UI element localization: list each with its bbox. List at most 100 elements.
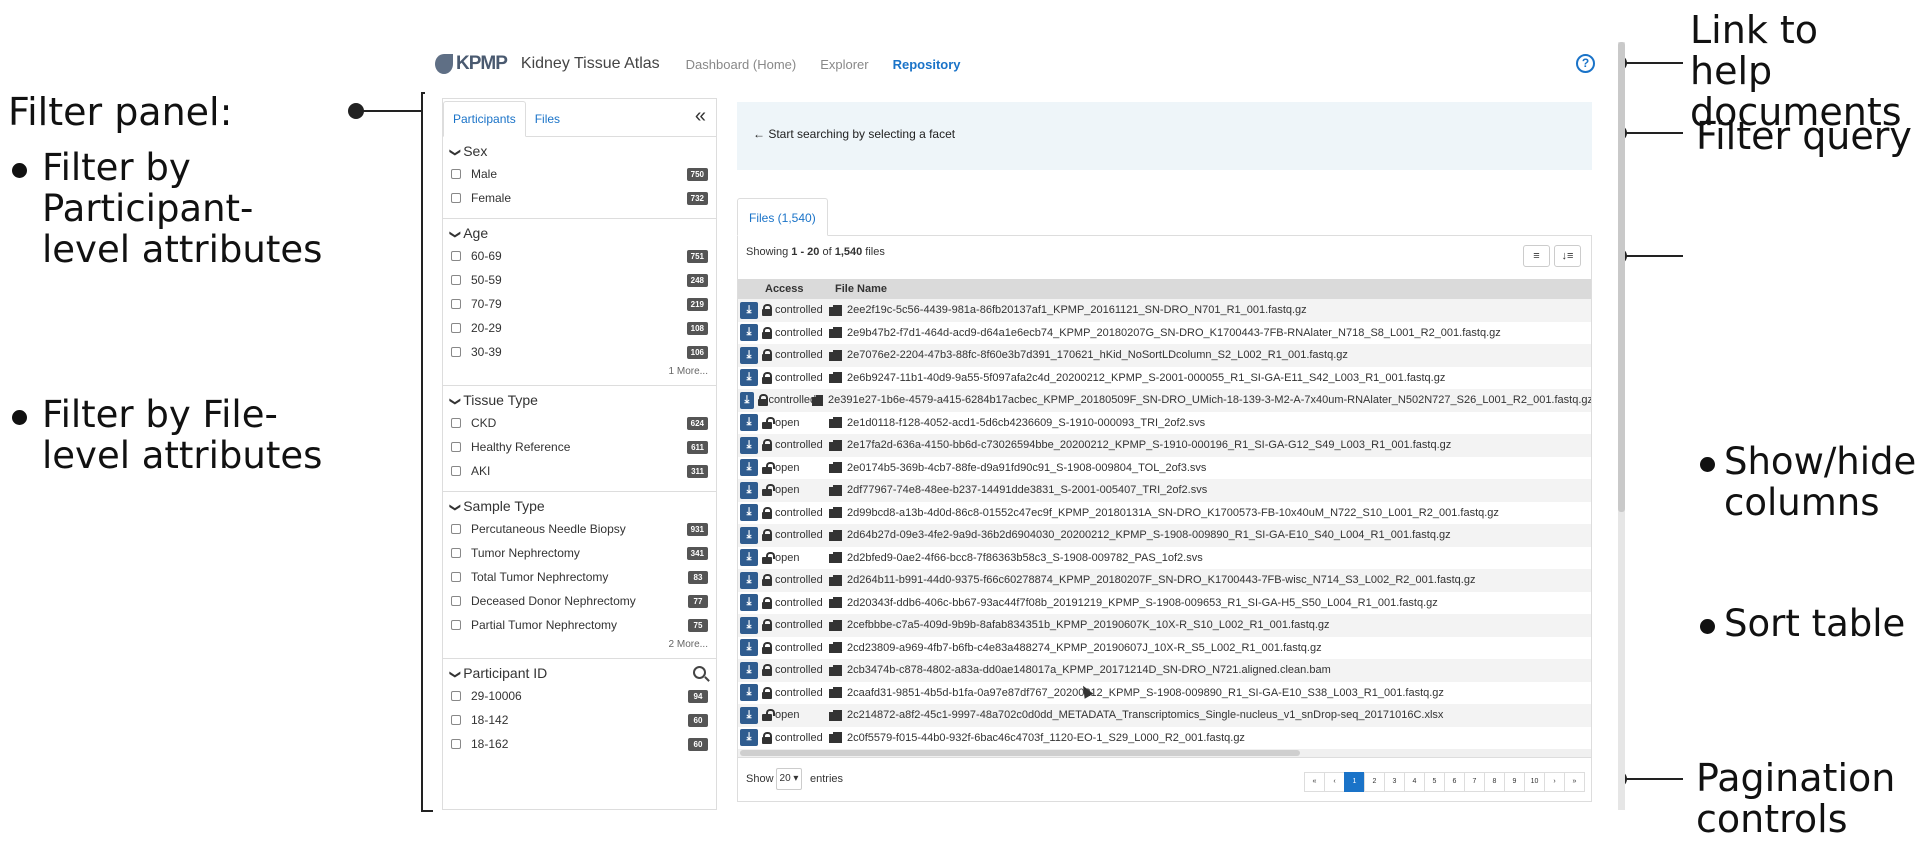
page-button[interactable]: 1 bbox=[1344, 772, 1365, 792]
facet-option[interactable]: 30-39 106 bbox=[451, 340, 708, 364]
facet-option[interactable]: Total Tumor Nephrectomy 83 bbox=[451, 565, 708, 589]
table-row[interactable]: ⤓ controlled 2d99bcd8-a13b-4d0d-86c8-01552… bbox=[738, 502, 1591, 525]
download-icon[interactable]: ⤓ bbox=[740, 414, 758, 432]
facet-option[interactable]: CKD 624 bbox=[451, 411, 708, 435]
facet-title[interactable]: ❯ Sex bbox=[449, 143, 708, 159]
nav-explorer[interactable]: Explorer bbox=[820, 57, 868, 72]
checkbox[interactable] bbox=[451, 596, 461, 606]
file-name-cell[interactable]: 2d99bcd8-a13b-4d0d-86c8-01552c47ec9f_KPM… bbox=[847, 507, 1499, 519]
facet-option[interactable]: 50-59 248 bbox=[451, 268, 708, 292]
checkbox[interactable] bbox=[451, 620, 461, 630]
file-name-cell[interactable]: 2d2bfed9-0ae2-4f66-bcc8-7f86363b58c3_S-1… bbox=[847, 552, 1203, 564]
checkbox[interactable] bbox=[451, 347, 461, 357]
download-icon[interactable]: ⤓ bbox=[740, 729, 758, 747]
download-icon[interactable]: ⤓ bbox=[740, 706, 758, 724]
facet-option[interactable]: 20-29 108 bbox=[451, 316, 708, 340]
facet-option[interactable]: Tumor Nephrectomy 341 bbox=[451, 541, 708, 565]
sort-button[interactable]: ↓≡ bbox=[1554, 245, 1581, 267]
collapse-panel-icon[interactable]: « bbox=[695, 105, 706, 128]
scrollbar-thumb[interactable] bbox=[740, 750, 1300, 756]
table-row[interactable]: ⤓ controlled 2d264b11-b991-44d0-9375-f66c6… bbox=[738, 569, 1591, 592]
download-icon[interactable]: ⤓ bbox=[740, 346, 758, 364]
download-icon[interactable]: ⤓ bbox=[740, 549, 758, 567]
page-size-select[interactable]: 20 ▾ bbox=[776, 768, 802, 790]
download-icon[interactable]: ⤓ bbox=[740, 436, 758, 454]
table-row[interactable]: ⤓ controlled 2e7076e2-2204-47b3-88fc-8f60e… bbox=[738, 344, 1591, 367]
table-row[interactable]: ⤓ open 2e1d0118-f128-4052-acd1-5d6cb423660… bbox=[738, 412, 1591, 435]
page-button[interactable]: » bbox=[1564, 772, 1585, 792]
file-name-cell[interactable]: 2c214872-a8f2-45c1-9997-48a702c0d0dd_MET… bbox=[847, 709, 1443, 721]
facet-option[interactable]: Deceased Donor Nephrectomy 77 bbox=[451, 589, 708, 613]
download-icon[interactable]: ⤓ bbox=[740, 594, 758, 612]
download-icon[interactable]: ⤓ bbox=[740, 571, 758, 589]
nav-dashboard[interactable]: Dashboard (Home) bbox=[686, 57, 797, 72]
file-name-cell[interactable]: 2e0174b5-369b-4cb7-88fe-d9a91fd90c91_S-1… bbox=[847, 462, 1206, 474]
column-header-file-name[interactable]: File Name bbox=[835, 283, 887, 295]
table-row[interactable]: ⤓ controlled 2cb3474b-c878-4802-a83a-dd0ae… bbox=[738, 659, 1591, 682]
tab-participants[interactable]: Participants bbox=[443, 101, 526, 137]
checkbox[interactable] bbox=[451, 715, 461, 725]
page-button[interactable]: 4 bbox=[1404, 772, 1425, 792]
file-name-cell[interactable]: 2cefbbbe-c7a5-409d-9b9b-8afab834351b_KPM… bbox=[847, 619, 1330, 631]
table-row[interactable]: ⤓ open 2c214872-a8f2-45c1-9997-48a702c0d0d… bbox=[738, 704, 1591, 727]
facet-option[interactable]: AKI 311 bbox=[451, 459, 708, 483]
more-link[interactable]: 2 More... bbox=[451, 637, 708, 650]
help-icon[interactable]: ? bbox=[1576, 54, 1595, 73]
checkbox[interactable] bbox=[451, 548, 461, 558]
checkbox[interactable] bbox=[451, 169, 461, 179]
table-row[interactable]: ⤓ controlled 2c0f5579-f015-44b0-932f-6bac4… bbox=[738, 727, 1591, 750]
checkbox[interactable] bbox=[451, 275, 461, 285]
download-icon[interactable]: ⤓ bbox=[740, 481, 758, 499]
facet-option[interactable]: 18-142 60 bbox=[451, 708, 708, 732]
table-row[interactable]: ⤓ controlled 2d64b27d-09e3-4fe2-9a9d-36b2d… bbox=[738, 524, 1591, 547]
facet-title[interactable]: ❯ Participant ID bbox=[449, 665, 708, 681]
page-button[interactable]: 9 bbox=[1504, 772, 1525, 792]
download-icon[interactable]: ⤓ bbox=[740, 391, 754, 409]
file-name-cell[interactable]: 2cb3474b-c878-4802-a83a-dd0ae148017a_KPM… bbox=[847, 664, 1331, 676]
more-link[interactable]: 1 More... bbox=[451, 364, 708, 377]
table-row[interactable]: ⤓ controlled 2cefbbbe-c7a5-409d-9b9b-8afab… bbox=[738, 614, 1591, 637]
checkbox[interactable] bbox=[451, 418, 461, 428]
file-name-cell[interactable]: 2cd23809-a969-4fb7-b6fb-c4e83a488274_KPM… bbox=[847, 642, 1322, 654]
page-button[interactable]: 8 bbox=[1484, 772, 1505, 792]
brand-title[interactable]: Kidney Tissue Atlas bbox=[521, 55, 660, 73]
page-scrollbar-thumb[interactable] bbox=[1618, 42, 1625, 512]
page-button[interactable]: › bbox=[1544, 772, 1565, 792]
page-button[interactable]: 3 bbox=[1384, 772, 1405, 792]
table-row[interactable]: ⤓ controlled 2e9b47b2-f7d1-464d-acd9-d64a1… bbox=[738, 322, 1591, 345]
page-button[interactable]: « bbox=[1304, 772, 1325, 792]
file-name-cell[interactable]: 2caafd31-9851-4b5d-b1fa-0a97e87df767_202… bbox=[847, 687, 1444, 699]
file-name-cell[interactable]: 2d264b11-b991-44d0-9375-f66c60278874_KPM… bbox=[847, 574, 1475, 586]
table-row[interactable]: ⤓ open 2e0174b5-369b-4cb7-88fe-d9a91fd90c9… bbox=[738, 457, 1591, 480]
page-button[interactable]: 6 bbox=[1444, 772, 1465, 792]
facet-option[interactable]: 70-79 219 bbox=[451, 292, 708, 316]
table-row[interactable]: ⤓ controlled 2e17fa2d-636a-4150-bb6d-c7302… bbox=[738, 434, 1591, 457]
download-icon[interactable]: ⤓ bbox=[740, 301, 758, 319]
table-horizontal-scrollbar[interactable] bbox=[738, 749, 1591, 757]
download-icon[interactable]: ⤓ bbox=[740, 616, 758, 634]
file-name-cell[interactable]: 2e6b9247-11b1-40d9-9a55-5f097afa2c4d_202… bbox=[847, 372, 1445, 384]
download-icon[interactable]: ⤓ bbox=[740, 639, 758, 657]
page-button[interactable]: 10 bbox=[1524, 772, 1545, 792]
table-row[interactable]: ⤓ controlled 2ee2f19c-5c56-4439-981a-86fb2… bbox=[738, 299, 1591, 322]
checkbox[interactable] bbox=[451, 572, 461, 582]
table-row[interactable]: ⤓ open 2d2bfed9-0ae2-4f66-bcc8-7f86363b58c… bbox=[738, 547, 1591, 570]
download-icon[interactable]: ⤓ bbox=[740, 459, 758, 477]
search-icon[interactable] bbox=[693, 666, 706, 679]
checkbox[interactable] bbox=[451, 251, 461, 261]
facet-option[interactable]: 18-162 60 bbox=[451, 732, 708, 756]
facet-option[interactable]: Partial Tumor Nephrectomy 75 bbox=[451, 613, 708, 637]
facet-option[interactable]: 60-69 751 bbox=[451, 244, 708, 268]
table-row[interactable]: ⤓ controlled 2caafd31-9851-4b5d-b1fa-0a97e… bbox=[738, 682, 1591, 705]
download-icon[interactable]: ⤓ bbox=[740, 369, 758, 387]
page-button[interactable]: 7 bbox=[1464, 772, 1485, 792]
table-row[interactable]: ⤓ controlled 2cd23809-a969-4fb7-b6fb-c4e83… bbox=[738, 637, 1591, 660]
page-scrollbar[interactable] bbox=[1618, 42, 1625, 810]
column-header-access[interactable]: Access bbox=[765, 283, 804, 295]
page-button[interactable]: 2 bbox=[1364, 772, 1385, 792]
facet-title[interactable]: ❯ Tissue Type bbox=[449, 392, 708, 408]
nav-repository[interactable]: Repository bbox=[893, 57, 961, 72]
file-name-cell[interactable]: 2e9b47b2-f7d1-464d-acd9-d64a1e6ecb74_KPM… bbox=[847, 327, 1501, 339]
facet-option[interactable]: Percutaneous Needle Biopsy 931 bbox=[451, 517, 708, 541]
kpmp-logo[interactable]: KPMP bbox=[435, 53, 508, 75]
